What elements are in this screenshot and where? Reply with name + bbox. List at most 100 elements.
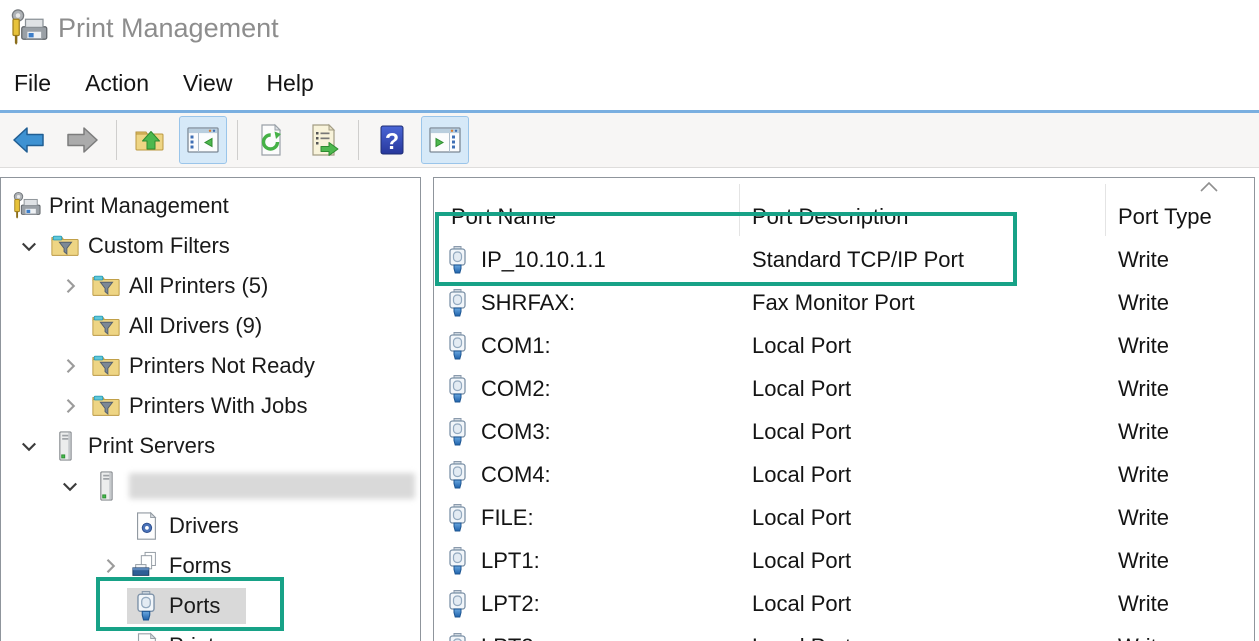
help-button[interactable]: ?	[368, 116, 416, 164]
port-name-cell: SHRFAX:	[481, 290, 575, 316]
tree-item-printers[interactable]: Printers	[1, 626, 420, 641]
port-type-cell: Write	[1118, 290, 1169, 316]
port-type-cell: Write	[1118, 591, 1169, 617]
port-name-cell: LPT3:	[481, 634, 540, 641]
tree-item-all-printers-5[interactable]: All Printers (5)	[1, 266, 420, 306]
port-name-cell: COM2:	[481, 376, 551, 402]
ports-list: IP_10.10.1.1 Standard TCP/IP Port Write …	[434, 238, 1254, 641]
port-description-cell: Local Port	[752, 505, 851, 531]
refresh-button[interactable]	[247, 116, 295, 164]
tree-item-print-servers[interactable]: Print Servers	[1, 426, 420, 466]
port-row-com2[interactable]: COM2: Local Port Write	[434, 367, 1254, 410]
tree-item-icon	[50, 231, 80, 261]
redacted-server-name	[129, 473, 415, 499]
print-management-icon	[8, 8, 48, 48]
export-list-icon	[307, 123, 341, 157]
tree-item-printers-with-jobs[interactable]: Printers With Jobs	[1, 386, 420, 426]
port-description-cell: Local Port	[752, 333, 851, 359]
port-row-lpt3[interactable]: LPT3: Local Port Write	[434, 625, 1254, 641]
expander-icon[interactable]	[93, 589, 127, 623]
port-type-cell: Write	[1118, 462, 1169, 488]
tree-item-forms[interactable]: Forms	[1, 546, 420, 586]
expander-icon[interactable]	[93, 509, 127, 543]
menu-help[interactable]: Help	[266, 70, 313, 97]
tree-item-icon	[131, 551, 161, 581]
folder-up-arrow-icon	[133, 123, 167, 157]
title-bar: Print Management	[0, 0, 1259, 56]
port-row-com4[interactable]: COM4: Local Port Write	[434, 453, 1254, 496]
toolbar-separator	[116, 120, 117, 160]
port-icon	[447, 418, 468, 446]
expander-icon[interactable]	[93, 629, 127, 641]
svg-text:?: ?	[385, 128, 399, 154]
show-hide-console-tree-button[interactable]	[179, 116, 227, 164]
port-name-cell: IP_10.10.1.1	[481, 247, 606, 273]
refresh-icon	[254, 123, 288, 157]
port-icon	[447, 504, 468, 532]
expander-icon[interactable]	[53, 269, 87, 303]
port-row-lpt1[interactable]: LPT1: Local Port Write	[434, 539, 1254, 582]
port-icon	[447, 590, 468, 618]
port-description-cell: Standard TCP/IP Port	[752, 247, 964, 273]
port-row-lpt2[interactable]: LPT2: Local Port Write	[434, 582, 1254, 625]
show-hide-action-pane-button[interactable]	[421, 116, 469, 164]
tree-item-icon	[91, 351, 121, 381]
export-list-button[interactable]	[300, 116, 348, 164]
port-description-cell: Local Port	[752, 376, 851, 402]
menu-action[interactable]: Action	[85, 70, 149, 97]
tree-item-server-redacted[interactable]: :	[1, 466, 420, 506]
back-arrow-icon	[12, 123, 46, 157]
list-header: Port Name Port Description Port Type	[434, 178, 1254, 238]
toolbar-separator	[237, 120, 238, 160]
port-type-cell: Write	[1118, 419, 1169, 445]
tree-item-label: All Printers (5)	[129, 273, 268, 299]
port-type-cell: Write	[1118, 634, 1169, 641]
console-tree-pane: Print Management Custom Filters All Prin…	[0, 177, 421, 641]
port-name-cell: LPT1:	[481, 548, 540, 574]
forward-arrow-icon	[65, 123, 99, 157]
expander-icon[interactable]	[53, 309, 87, 343]
expander-icon[interactable]	[12, 229, 46, 263]
tree-item-label: Custom Filters	[88, 233, 230, 259]
column-header-port-type[interactable]: Port Type	[1118, 204, 1212, 230]
column-header-port-description[interactable]: Port Description	[752, 204, 909, 230]
tree-item-print-management[interactable]: Print Management	[1, 186, 420, 226]
tree-item-custom-filters[interactable]: Custom Filters	[1, 226, 420, 266]
action-pane-icon	[428, 123, 462, 157]
up-one-level-button[interactable]	[126, 116, 174, 164]
port-description-cell: Local Port	[752, 462, 851, 488]
port-type-cell: Write	[1118, 505, 1169, 531]
port-row-com1[interactable]: COM1: Local Port Write	[434, 324, 1254, 367]
toolbar-separator	[358, 120, 359, 160]
menu-file[interactable]: File	[14, 70, 51, 97]
expander-icon[interactable]	[53, 349, 87, 383]
tree-item-label: Ports	[169, 593, 220, 619]
port-row-shrfax[interactable]: SHRFAX: Fax Monitor Port Write	[434, 281, 1254, 324]
tree-item-all-drivers-9[interactable]: All Drivers (9)	[1, 306, 420, 346]
menu-view[interactable]: View	[183, 70, 232, 97]
tree-item-icon	[91, 311, 121, 341]
port-name-cell: COM4:	[481, 462, 551, 488]
tree-item-icon	[131, 511, 161, 541]
back-button[interactable]	[5, 116, 53, 164]
print-management-window: Print Management File Action View Help	[0, 0, 1259, 641]
menu-bar: File Action View Help	[0, 56, 1259, 110]
expander-icon[interactable]	[53, 469, 87, 503]
tree-item-icon	[131, 631, 161, 641]
port-icon	[447, 633, 468, 641]
tree-item-ports[interactable]: Ports	[1, 586, 420, 626]
forward-button[interactable]	[58, 116, 106, 164]
column-header-port-name[interactable]: Port Name	[451, 204, 556, 230]
tree-item-printers-not-ready[interactable]: Printers Not Ready	[1, 346, 420, 386]
sort-ascending-icon	[1199, 180, 1219, 193]
expander-icon[interactable]	[53, 389, 87, 423]
tree-item-drivers[interactable]: Drivers	[1, 506, 420, 546]
tree-item-label: Forms	[169, 553, 231, 579]
toolbar: ?	[0, 113, 1259, 168]
port-row-file[interactable]: FILE: Local Port Write	[434, 496, 1254, 539]
expander-icon[interactable]	[93, 549, 127, 583]
port-row-ip-10.10.1.1[interactable]: IP_10.10.1.1 Standard TCP/IP Port Write	[434, 238, 1254, 281]
expander-icon[interactable]	[12, 429, 46, 463]
port-type-cell: Write	[1118, 333, 1169, 359]
port-row-com3[interactable]: COM3: Local Port Write	[434, 410, 1254, 453]
